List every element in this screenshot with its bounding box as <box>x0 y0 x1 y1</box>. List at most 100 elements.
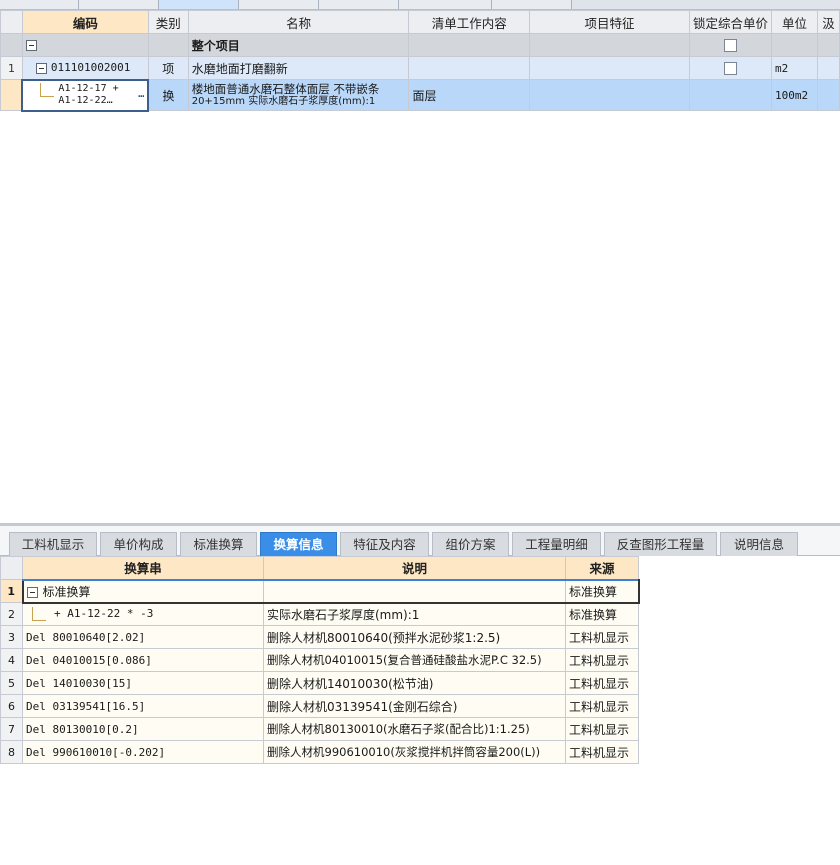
extra-cell[interactable] <box>816 33 840 57</box>
table-row[interactable]: 2 + A1-12-22 * -3 实际水磨石子浆厚度(mm):1 标准换算 <box>0 602 639 626</box>
column-header-source[interactable]: 来源 <box>565 556 639 580</box>
source-cell[interactable]: 工料机显示 <box>565 671 639 695</box>
column-header-type[interactable]: 类别 <box>147 10 189 34</box>
tab-conversion-info[interactable]: 换算信息 <box>260 532 337 556</box>
type-cell[interactable]: 换 <box>147 79 189 111</box>
tab-features-content[interactable]: 特征及内容 <box>340 532 429 556</box>
column-header-unit[interactable]: 单位 <box>771 10 818 34</box>
row-number <box>0 79 23 111</box>
top-tab-strip <box>0 0 840 10</box>
feature-cell[interactable] <box>529 56 691 80</box>
source-cell[interactable]: 标准换算 <box>565 602 639 626</box>
work-content-cell[interactable] <box>408 33 531 57</box>
type-cell[interactable] <box>147 33 189 57</box>
table-row[interactable]: 3 Del 80010640[2.02] 删除人材机80010640(预拌水泥砂… <box>0 625 639 649</box>
expr-cell[interactable]: Del 03139541[16.5] <box>22 694 264 718</box>
collapse-icon[interactable] <box>26 586 38 598</box>
name-cell[interactable]: 楼地面普通水磨石整体面层 不带嵌条 20+15mm 实际水磨石子浆厚度(mm):… <box>187 79 410 111</box>
item-code: 011101002001 <box>50 61 131 75</box>
feature-cell[interactable] <box>529 79 691 111</box>
tab-description-info[interactable]: 说明信息 <box>720 532 798 556</box>
source-cell[interactable]: 标准换算 <box>565 578 640 604</box>
unit-cell[interactable]: m2 <box>771 56 818 80</box>
top-tab[interactable] <box>239 0 319 9</box>
desc-cell[interactable]: 实际水磨石子浆厚度(mm):1 <box>263 602 566 626</box>
expr-cell[interactable]: Del 990610010[-0.202] <box>22 740 264 764</box>
top-tab[interactable] <box>319 0 399 9</box>
source-cell[interactable]: 工料机显示 <box>565 717 639 741</box>
desc-cell[interactable]: 删除人材机14010030(松节油) <box>263 671 566 695</box>
tab-reverse-graphic-quantity[interactable]: 反查图形工程量 <box>604 532 717 556</box>
conversion-info-grid: 换算串 说明 来源 1 标准换算 标准换算 2 + A1-12-22 * -3 … <box>0 556 640 764</box>
column-header-extra[interactable]: 汲 <box>816 10 840 34</box>
top-tab-active[interactable] <box>159 0 239 9</box>
collapse-icon[interactable] <box>35 62 47 74</box>
budget-item-grid: 编码 类别 名称 清单工作内容 项目特征 锁定综合单价 单位 汲 整个项目 1 … <box>0 10 840 112</box>
table-row-item[interactable]: 1 011101002001 项 水磨地面打磨翻新 m2 <box>0 56 840 80</box>
code-cell[interactable]: … A1-12-17 + A1-12-22… <box>21 78 150 112</box>
source-cell[interactable]: 工料机显示 <box>565 740 639 764</box>
collapse-icon[interactable] <box>25 40 37 51</box>
table-row[interactable]: 8 Del 990610010[-0.202] 删除人材机990610010(灰… <box>0 740 639 764</box>
expr-cell[interactable]: + A1-12-22 * -3 <box>22 602 264 626</box>
column-header-expr[interactable]: 换算串 <box>22 556 264 580</box>
table-row[interactable]: 5 Del 14010030[15] 删除人材机14010030(松节油) 工料… <box>0 671 639 695</box>
top-tab[interactable] <box>399 0 492 9</box>
desc-cell[interactable]: 删除人材机04010015(复合普通硅酸盐水泥P.C 32.5) <box>263 648 566 672</box>
lock-price-checkbox[interactable] <box>724 39 738 52</box>
more-button[interactable]: … <box>138 89 144 101</box>
column-header-work-content[interactable]: 清单工作内容 <box>408 10 531 34</box>
expr-cell[interactable]: Del 80130010[0.2] <box>22 717 264 741</box>
name-cell[interactable]: 整个项目 <box>187 33 410 57</box>
source-cell[interactable]: 工料机显示 <box>565 648 639 672</box>
table-row[interactable]: 4 Del 04010015[0.086] 删除人材机04010015(复合普通… <box>0 648 639 672</box>
desc-cell[interactable]: 删除人材机80130010(水磨石子浆(配合比)1:1.25) <box>263 717 566 741</box>
column-header-name[interactable]: 名称 <box>187 10 410 34</box>
top-tab[interactable] <box>492 0 572 9</box>
desc-cell[interactable]: 删除人材机03139541(金刚石综合) <box>263 694 566 718</box>
row-number-header <box>0 10 23 34</box>
column-header-code[interactable]: 编码 <box>21 10 149 34</box>
column-header-lock-price[interactable]: 锁定综合单价 <box>689 10 773 34</box>
extra-cell[interactable] <box>816 79 840 111</box>
unit-cell[interactable]: 100m2 <box>771 79 818 111</box>
sub-name-line2: 20+15mm 实际水磨石子浆厚度(mm):1 <box>191 95 376 107</box>
expr-cell[interactable]: Del 80010640[2.02] <box>22 625 264 649</box>
top-tab[interactable] <box>0 0 79 9</box>
tab-quantity-detail[interactable]: 工程量明细 <box>512 532 601 556</box>
work-content-cell[interactable] <box>408 56 531 80</box>
expr-cell[interactable]: 标准换算 <box>21 578 264 604</box>
expr-cell[interactable]: Del 14010030[15] <box>22 671 264 695</box>
table-row-total[interactable]: 整个项目 <box>0 33 840 57</box>
source-cell[interactable]: 工料机显示 <box>565 694 639 718</box>
desc-cell[interactable]: 删除人材机990610010(灰浆搅拌机拌筒容量200(L)) <box>263 740 566 764</box>
work-content-cell[interactable]: 面层 <box>408 79 531 111</box>
unit-cell[interactable] <box>771 33 818 57</box>
column-header-desc[interactable]: 说明 <box>263 556 566 580</box>
lock-price-cell[interactable] <box>689 56 773 80</box>
feature-cell[interactable] <box>529 33 691 57</box>
type-cell[interactable]: 项 <box>147 56 189 80</box>
code-cell[interactable] <box>21 33 149 57</box>
tab-standard-conversion[interactable]: 标准换算 <box>180 532 257 556</box>
expr-cell[interactable]: Del 04010015[0.086] <box>22 648 264 672</box>
desc-cell[interactable]: 删除人材机80010640(预拌水泥砂浆1:2.5) <box>263 625 566 649</box>
lock-price-cell[interactable] <box>689 33 773 57</box>
tab-material-machine[interactable]: 工料机显示 <box>9 532 97 556</box>
table-row[interactable]: 1 标准换算 标准换算 <box>0 578 640 604</box>
tab-price-composition[interactable]: 单价构成 <box>100 532 177 556</box>
source-cell[interactable]: 工料机显示 <box>565 625 639 649</box>
name-cell[interactable]: 水磨地面打磨翻新 <box>187 56 410 80</box>
lock-price-cell[interactable] <box>689 79 773 111</box>
tab-pricing-scheme[interactable]: 组价方案 <box>432 532 509 556</box>
table-row[interactable]: 7 Del 80130010[0.2] 删除人材机80130010(水磨石子浆(… <box>0 717 639 741</box>
lock-price-checkbox[interactable] <box>724 62 738 75</box>
table-row[interactable]: 6 Del 03139541[16.5] 删除人材机03139541(金刚石综合… <box>0 694 639 718</box>
top-tab[interactable] <box>79 0 159 9</box>
row-number <box>0 33 23 57</box>
column-header-feature[interactable]: 项目特征 <box>529 10 691 34</box>
desc-cell[interactable] <box>263 578 566 604</box>
code-cell[interactable]: 011101002001 <box>21 56 149 80</box>
extra-cell[interactable] <box>816 56 840 80</box>
table-row-subitem[interactable]: … A1-12-17 + A1-12-22… 换 楼地面普通水磨石整体面层 不带… <box>0 78 840 112</box>
